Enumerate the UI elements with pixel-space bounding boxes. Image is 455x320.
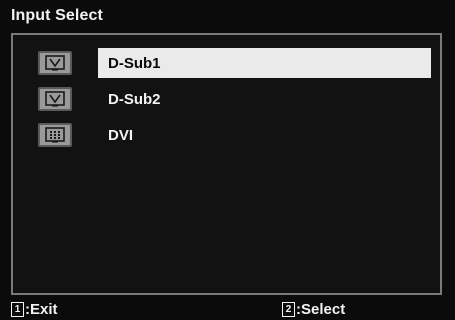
- input-option-dvi[interactable]: DVI: [13, 120, 440, 150]
- exit-hint[interactable]: 1 :Exit: [11, 301, 58, 318]
- osd-window: Input Select D-Sub1 D-Sub2 DVI 1:Exit 2…: [0, 0, 455, 320]
- input-option-dsub1[interactable]: D-Sub1: [13, 48, 440, 78]
- input-list-panel: D-Sub1 D-Sub2 DVI: [11, 33, 442, 295]
- input-option-dsub2[interactable]: D-Sub2: [13, 84, 440, 114]
- input-option-label: D-Sub2: [108, 90, 161, 108]
- key-2-icon: 2: [282, 302, 295, 317]
- input-option-label: DVI: [108, 126, 134, 144]
- key-1-icon: 1: [11, 302, 24, 317]
- osd-footer: 1 :Exit 2 :Select: [0, 297, 455, 320]
- monitor-dsub-icon: [38, 51, 72, 75]
- select-hint[interactable]: 2 :Select: [282, 301, 345, 318]
- monitor-dsub-icon: [38, 87, 72, 111]
- monitor-dvi-icon: [38, 123, 72, 147]
- exit-hint-label: :Exit: [25, 301, 58, 318]
- osd-title: Input Select: [11, 7, 103, 24]
- input-option-label: D-Sub1: [98, 48, 431, 78]
- select-hint-label: :Select: [296, 301, 346, 318]
